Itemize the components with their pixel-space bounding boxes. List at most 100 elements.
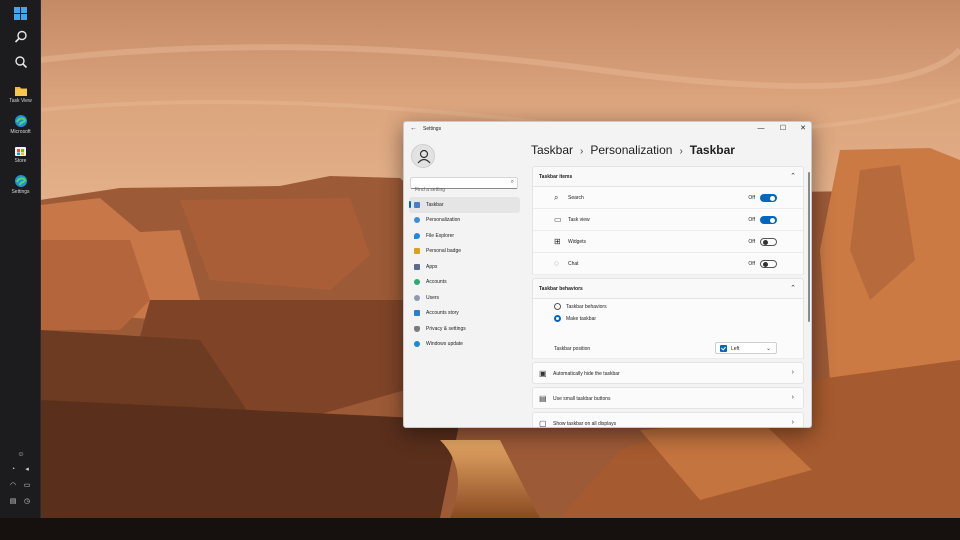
breadcrumb-taskbar[interactable]: Taskbar [531, 143, 573, 157]
battery-icon[interactable]: ▭ [22, 482, 32, 490]
sidebar-nav: Taskbar Personalization File Explorer Pe… [409, 197, 520, 352]
search-toggle[interactable] [760, 194, 777, 202]
settings-window: ← Settings — ☐ ✕ ⌕ Taskbar Personalizati… [403, 121, 812, 428]
taskbar-item-label: Store [14, 158, 27, 164]
start-windows-icon [14, 7, 27, 20]
radio-label: Taskbar behaviors [566, 304, 607, 310]
edge-icon [14, 115, 27, 127]
toggle-knob [763, 240, 768, 245]
row-label: Show taskbar on all displays [553, 421, 617, 427]
search-icon [14, 30, 27, 43]
sidebar-item-label: Personal badge [426, 248, 462, 255]
back-button[interactable]: ← [410, 125, 417, 132]
users-icon [414, 294, 420, 301]
taskbar-position-label: Taskbar position [554, 346, 591, 352]
sidebar-item-windows-update[interactable]: Windows update [409, 337, 520, 353]
taskbar-item-label: Settings [11, 189, 30, 195]
taskbar-settings[interactable]: Settings [0, 174, 41, 195]
radio-make-taskbar[interactable] [554, 315, 561, 322]
chevron-up-icon: ⌃ [790, 285, 796, 292]
chat-icon: ◌ [554, 259, 559, 268]
avatar[interactable] [411, 144, 435, 168]
store-icon [15, 147, 26, 156]
apps-icon [414, 263, 420, 270]
sidebar-item-file-explorer[interactable]: File Explorer [409, 228, 520, 244]
selected-value: Left [731, 346, 740, 352]
taskbar-task-view[interactable]: Task View [0, 85, 41, 104]
sidebar-item-label: Windows update [426, 341, 463, 348]
widgets-toggle[interactable] [760, 238, 777, 246]
sidebar-item-taskbar[interactable]: Taskbar [409, 197, 520, 213]
search-input[interactable] [411, 185, 503, 195]
minimize-button[interactable]: — [754, 124, 768, 134]
chevron-right-icon: › [791, 419, 794, 426]
link-small-buttons[interactable]: ▤ Use small taskbar buttons › [532, 387, 804, 409]
sidebar-item-accounts-story[interactable]: Accounts story [409, 306, 520, 322]
maximize-button[interactable]: ☐ [776, 124, 790, 134]
sidebar-item-label: File Explorer [426, 232, 455, 239]
sidebar-item-label: Apps [426, 263, 438, 270]
taskbar-position-select[interactable]: Left ⌄ [715, 342, 777, 354]
user-icon [417, 149, 431, 164]
clock-icon[interactable]: ◷ [22, 498, 32, 506]
sidebar-item-label: Privacy & settings [426, 325, 466, 332]
search-icon: ⌕ [554, 193, 559, 202]
window-title: Settings [423, 126, 442, 132]
taskbar-icon [414, 201, 420, 208]
taskbar-store[interactable]: Store [0, 144, 41, 164]
sidebar-item-label: Personalization [426, 217, 461, 224]
section-title: Taskbar behaviors [539, 286, 583, 292]
toggle-row-chat: ◌ Chat Off [532, 253, 804, 275]
task-view-toggle[interactable] [760, 216, 777, 224]
close-button[interactable]: ✕ [796, 124, 810, 134]
sidebar-item-apps[interactable]: Apps [409, 259, 520, 275]
section-title: Taskbar items [539, 174, 573, 180]
toggle-knob [770, 217, 775, 223]
speaker-icon[interactable]: ◔ [8, 466, 18, 474]
sidebar-item-personal-badge[interactable]: Personal badge [409, 244, 520, 260]
taskbar-behaviors-header[interactable]: Taskbar behaviors ⌃ [532, 278, 804, 299]
personalization-icon [414, 217, 420, 224]
row-label: Task view [568, 217, 590, 223]
sidebar-item-label: Accounts story [426, 310, 459, 317]
chat-toggle[interactable] [760, 260, 777, 268]
toggle-state: Off [748, 261, 755, 267]
start-button[interactable] [0, 7, 41, 20]
people-icon[interactable]: ☺ [16, 451, 26, 459]
shield-icon [414, 325, 420, 332]
display-icon: ▢ [539, 419, 547, 428]
chevron-down-icon: ⌄ [765, 346, 771, 352]
link-all-displays[interactable]: ▢ Show taskbar on all displays › [532, 412, 804, 428]
breadcrumb-personalization[interactable]: Personalization [590, 143, 672, 157]
wifi-icon[interactable]: ◠ [8, 482, 18, 490]
widgets-icon: ⊞ [554, 237, 561, 246]
radio-taskbar-behaviors[interactable] [554, 303, 561, 310]
sidebar-item-accounts[interactable]: Accounts [409, 275, 520, 291]
scrollbar[interactable] [808, 172, 810, 322]
page-title: Taskbar [689, 143, 735, 157]
taskbar-search-button[interactable] [0, 30, 41, 44]
keyboard-icon[interactable]: ▤ [8, 498, 18, 506]
sidebar-item-personalization[interactable]: Personalization [409, 213, 520, 229]
left-taskbar: Task View Microsoft Store Settings ☺ ◔ ◂… [0, 0, 41, 518]
chevron-right-icon: › [791, 394, 794, 401]
row-label: Use small taskbar buttons [553, 396, 611, 402]
row-label: Search [568, 195, 584, 201]
sidebar-item-privacy[interactable]: Privacy & settings [409, 321, 520, 337]
taskbar-microsoft[interactable]: Microsoft [0, 114, 41, 135]
title-bar: ← Settings — ☐ ✕ [404, 122, 811, 138]
search-icon [14, 56, 27, 69]
taskbar-behaviors-panel: Taskbar behaviors Make taskbar Taskbar p… [532, 299, 804, 359]
sidebar-item-users[interactable]: Users [409, 290, 520, 306]
sidebar-search[interactable]: ⌕ [410, 177, 518, 195]
taskbar-search-button-2[interactable] [0, 55, 41, 69]
taskbar-items-header[interactable]: Taskbar items ⌃ [532, 166, 804, 187]
link-auto-hide[interactable]: ▣ Automatically hide the taskbar › [532, 362, 804, 384]
breadcrumb: Taskbar › Personalization › Taskbar [531, 143, 735, 157]
breadcrumb-separator: › [580, 146, 584, 157]
row-label: Chat [568, 261, 579, 267]
accounts-icon [414, 279, 420, 286]
hide-icon: ▣ [539, 369, 547, 378]
volume-icon[interactable]: ◂ [22, 466, 32, 474]
row-label: Automatically hide the taskbar [553, 371, 620, 377]
